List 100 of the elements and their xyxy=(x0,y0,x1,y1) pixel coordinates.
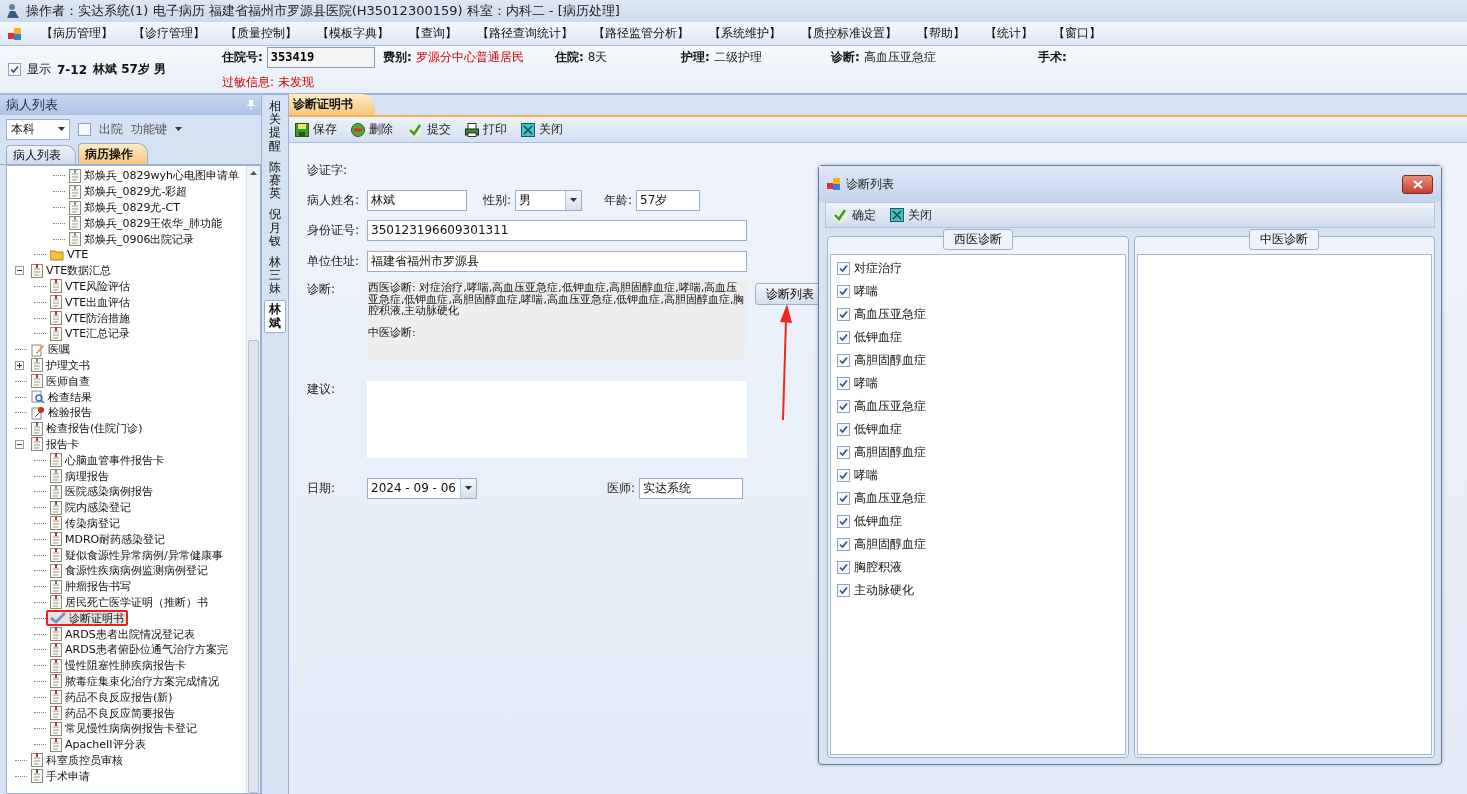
tree-item[interactable]: 护理文书 xyxy=(27,357,94,374)
tree-item[interactable]: 脓毒症集束化治疗方案完成情况 xyxy=(46,673,223,690)
checkbox[interactable] xyxy=(837,330,850,344)
tree-item[interactable]: 检查报告(住院门诊) xyxy=(27,420,147,437)
checkbox[interactable] xyxy=(837,376,850,390)
toolbar-button[interactable]: 保存 xyxy=(293,120,339,139)
tree-item[interactable]: VTE出血评估 xyxy=(46,294,135,311)
tree-item[interactable]: 手术申请 xyxy=(27,768,94,785)
menu-item[interactable]: 【诊疗管理】 xyxy=(133,25,205,42)
checkbox[interactable] xyxy=(837,491,850,505)
show-checkbox[interactable] xyxy=(8,63,21,76)
diagnosis-field[interactable]: 西医诊断: 对症治疗,哮喘,高血压亚急症,低钾血症,高胆固醇血症,哮喘,高血压亚急症,低钾血症,高胆固醇血症,哮喘,高血压亚急症,低钾血症,高胆固醇血症,胸腔积液,主动脉硬化 中医诊断: xyxy=(367,281,747,359)
tab[interactable]: 病历操作 xyxy=(78,143,148,164)
tree-item[interactable]: 郑焕兵_0829尤-CT xyxy=(65,199,184,216)
tree-item[interactable]: 郑焕兵_0829wyh心电图申请单 xyxy=(65,168,243,184)
tree-item[interactable]: 药品不良反应报告(新) xyxy=(46,689,177,706)
tree-item[interactable]: 病理报告 xyxy=(46,468,113,484)
tree-item[interactable]: 检验报告 xyxy=(27,404,96,421)
tree-item[interactable]: 食源性疾病病例监测病例登记 xyxy=(46,562,212,579)
tree-item[interactable]: ApacheII评分表 xyxy=(46,736,150,753)
tree-item[interactable]: 院内感染登记 xyxy=(46,499,135,516)
menu-item[interactable]: 【质量控制】 xyxy=(225,25,297,42)
tree-item[interactable]: 慢性阻塞性肺疾病报告卡 xyxy=(46,657,190,674)
tree-item[interactable]: MDRO耐药感染登记 xyxy=(46,531,170,548)
group-title: 中医诊断 xyxy=(1249,229,1320,250)
tree-item[interactable]: 心脑血管事件报告卡 xyxy=(46,452,168,469)
checkbox[interactable] xyxy=(837,307,850,321)
checkbox[interactable] xyxy=(837,284,850,298)
checkbox[interactable] xyxy=(837,422,850,436)
date-picker[interactable]: 2024 - 09 - 06 xyxy=(367,477,477,499)
expand-toggle[interactable] xyxy=(14,360,24,370)
tree-item[interactable]: 郑焕兵_0829尤-彩超 xyxy=(65,183,192,200)
tree-item[interactable]: VTE防治措施 xyxy=(46,310,135,326)
tree-item[interactable]: 药品不良反应简要报告 xyxy=(46,705,179,721)
sex-select[interactable]: 男 xyxy=(515,189,583,211)
tree-item[interactable]: 肿瘤报告书写 xyxy=(46,578,135,595)
id-number-field[interactable]: 350123196609301311 xyxy=(367,219,747,241)
tree-item[interactable]: 疑似食源性异常病例/异常健康事 xyxy=(46,547,227,563)
tree-item[interactable]: VTE xyxy=(46,247,93,263)
checkbox[interactable] xyxy=(837,468,850,482)
patient-tab[interactable]: 陈赛英 xyxy=(264,157,286,204)
menu-item[interactable]: 【统计】 xyxy=(985,25,1033,42)
tree-item[interactable]: 医院感染病例报告 xyxy=(46,483,157,500)
checkbox[interactable] xyxy=(837,353,850,367)
toolbar-button[interactable]: 提交 xyxy=(405,120,453,139)
toolbar-button[interactable]: 确定 xyxy=(830,205,878,225)
tree-item[interactable]: 诊断证明书 xyxy=(46,610,128,627)
address-field[interactable]: 福建省福州市罗源县 xyxy=(367,250,747,272)
patient-tab[interactable]: 林三妹 xyxy=(264,252,286,299)
tree-item[interactable]: 医师自查 xyxy=(27,373,94,390)
collapse-toggle[interactable] xyxy=(14,439,24,449)
menu-item[interactable]: 【病历管理】 xyxy=(41,25,113,42)
patient-tab[interactable]: 相关提醒 xyxy=(264,97,286,156)
scope-select[interactable]: 本科 xyxy=(6,118,70,140)
menu-item[interactable]: 【窗口】 xyxy=(1053,25,1101,42)
name-field[interactable]: 林斌 xyxy=(367,189,467,211)
tree-item[interactable]: 郑焕兵_0906出院记录 xyxy=(65,231,199,247)
toolbar-button[interactable]: 关闭 xyxy=(519,120,565,139)
menu-item[interactable]: 【查询】 xyxy=(409,25,457,42)
checkbox[interactable] xyxy=(837,583,850,597)
checkbox[interactable] xyxy=(837,445,850,459)
tree-item[interactable]: 科室质控员审核 xyxy=(27,752,127,769)
menu-item[interactable]: 【系统维护】 xyxy=(709,25,781,42)
tree-item[interactable]: 郑焕兵_0829王依华_肺功能 xyxy=(65,215,226,232)
tree-item[interactable]: ARDS患者俯卧位通气治疗方案完 xyxy=(46,641,232,658)
tree-item[interactable]: ARDS患者出院情况登记表 xyxy=(46,626,199,642)
checkbox[interactable] xyxy=(837,261,850,275)
checkbox[interactable] xyxy=(837,537,850,551)
function-key-dropdown[interactable]: 功能键 xyxy=(131,120,167,138)
doctor-field[interactable]: 实达系统 xyxy=(639,477,744,499)
tree-item[interactable]: 医嘱 xyxy=(27,341,74,358)
menu-item[interactable]: 【路径查询统计】 xyxy=(477,25,573,42)
toolbar-button[interactable]: 打印 xyxy=(463,120,509,139)
tree-item[interactable]: VTE风险评估 xyxy=(46,278,135,295)
checkbox[interactable] xyxy=(837,514,850,528)
tree-item[interactable]: 常见慢性病病例报告卡登记 xyxy=(46,720,201,737)
close-button[interactable] xyxy=(1402,174,1433,194)
toolbar-button[interactable]: 关闭 xyxy=(888,205,934,225)
checkbox[interactable] xyxy=(837,560,850,574)
discharged-checkbox[interactable] xyxy=(78,122,91,136)
vertical-scrollbar[interactable] xyxy=(246,166,260,793)
menu-item[interactable]: 【帮助】 xyxy=(917,25,965,42)
tree-item[interactable]: 居民死亡医学证明（推断）书 xyxy=(46,594,212,611)
tree-item[interactable]: 检查结果 xyxy=(27,389,96,405)
tree-item[interactable]: 传染病登记 xyxy=(46,515,124,532)
collapse-toggle[interactable] xyxy=(14,266,24,276)
document-tab[interactable]: 诊断证明书 xyxy=(289,94,375,115)
menu-item[interactable]: 【模板字典】 xyxy=(317,25,389,42)
toolbar-button[interactable]: 删除 xyxy=(349,120,395,139)
tree-item[interactable]: 报告卡 xyxy=(27,436,83,453)
menu-item[interactable]: 【路径监管分析】 xyxy=(593,25,689,42)
patient-tab[interactable]: 林斌 xyxy=(264,300,286,333)
patient-tab[interactable]: 倪月钗 xyxy=(264,205,286,251)
admission-number-field[interactable]: 353419 xyxy=(266,46,375,68)
checkbox[interactable] xyxy=(837,399,850,413)
menu-item[interactable]: 【质控标准设置】 xyxy=(801,25,897,42)
tree-item[interactable]: VTE数据汇总 xyxy=(27,262,116,279)
age-field[interactable]: 57岁 xyxy=(636,189,701,211)
tree-item[interactable]: VTE汇总记录 xyxy=(46,325,135,342)
tab[interactable]: 病人列表 xyxy=(6,145,76,164)
